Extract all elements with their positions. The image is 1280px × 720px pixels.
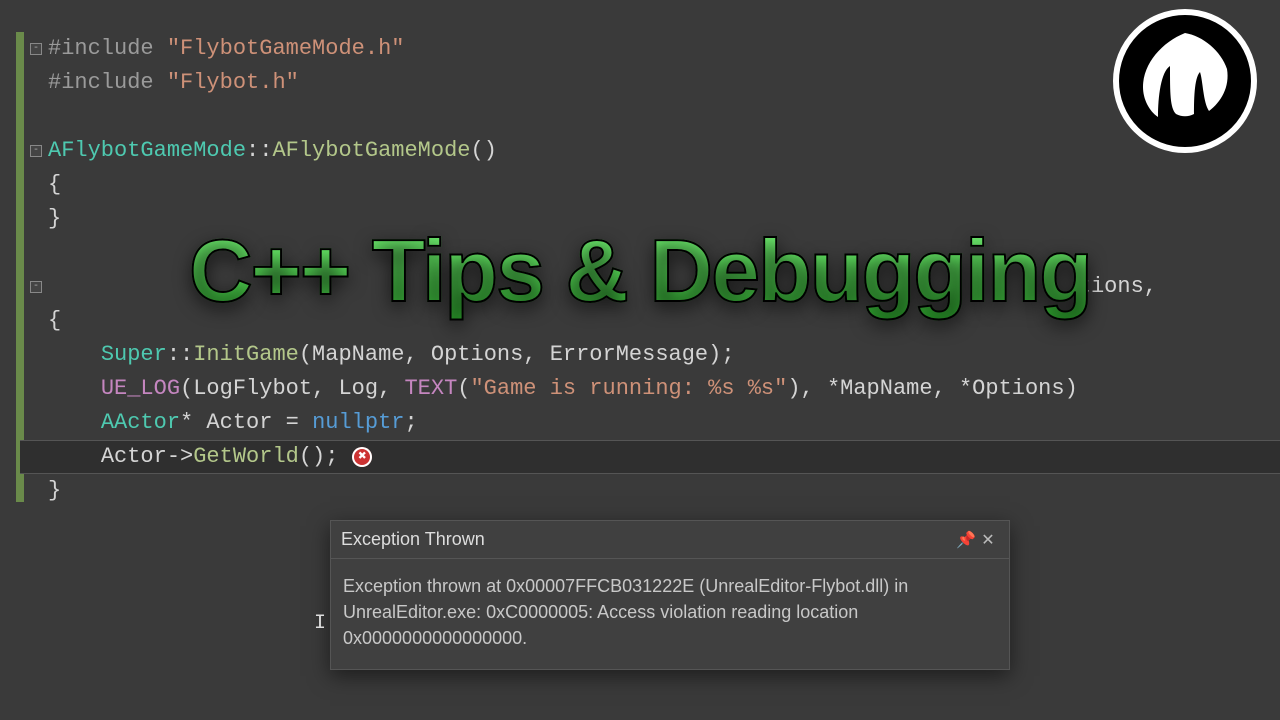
fold-toggle-icon[interactable]: - — [30, 281, 42, 293]
code-content: { — [48, 172, 61, 197]
code-line[interactable]: -#include "FlybotGameMode.h" — [20, 32, 1280, 66]
exception-tooltip: Exception Thrown 📌 ✕ Exception thrown at… — [330, 520, 1010, 670]
tooltip-header: Exception Thrown 📌 ✕ — [331, 521, 1009, 559]
fold-toggle-icon[interactable]: - — [30, 145, 42, 157]
code-content: UE_LOG(LogFlybot, Log, TEXT("Game is run… — [48, 376, 1078, 401]
code-content: #include "FlybotGameMode.h" — [48, 36, 404, 61]
pin-icon[interactable]: 📌 — [955, 530, 977, 550]
code-content: #include "Flybot.h" — [48, 70, 299, 95]
code-line[interactable]: Super::InitGame(MapName, Options, ErrorM… — [20, 338, 1280, 372]
code-content: { — [48, 308, 61, 333]
code-content: } — [48, 206, 61, 231]
code-line[interactable]: -AFlybotGameMode::AFlybotGameMode() — [20, 134, 1280, 168]
close-icon[interactable]: ✕ — [977, 530, 999, 550]
code-content: Super::InitGame(MapName, Options, ErrorM… — [48, 342, 735, 367]
video-title-overlay: C++ Tips & Debugging — [189, 220, 1091, 322]
code-line[interactable]: { — [20, 168, 1280, 202]
code-content: AFlybotGameMode::AFlybotGameMode() — [48, 138, 497, 163]
unreal-engine-logo — [1110, 6, 1260, 156]
tooltip-body: Exception thrown at 0x00007FFCB031222E (… — [331, 559, 1009, 669]
code-line[interactable] — [20, 100, 1280, 134]
code-content: Actor->GetWorld(); — [48, 444, 338, 469]
code-line[interactable]: #include "Flybot.h" — [20, 66, 1280, 100]
tooltip-title: Exception Thrown — [341, 529, 955, 550]
code-content: AActor* Actor = nullptr; — [48, 410, 418, 435]
code-line[interactable]: AActor* Actor = nullptr; — [20, 406, 1280, 440]
code-content: } — [48, 478, 61, 503]
code-line[interactable]: } — [20, 474, 1280, 508]
code-line[interactable]: Actor->GetWorld();✖ — [20, 440, 1280, 474]
fold-toggle-icon[interactable]: - — [30, 43, 42, 55]
code-line[interactable]: UE_LOG(LogFlybot, Log, TEXT("Game is run… — [20, 372, 1280, 406]
text-cursor-icon: I — [314, 612, 330, 632]
